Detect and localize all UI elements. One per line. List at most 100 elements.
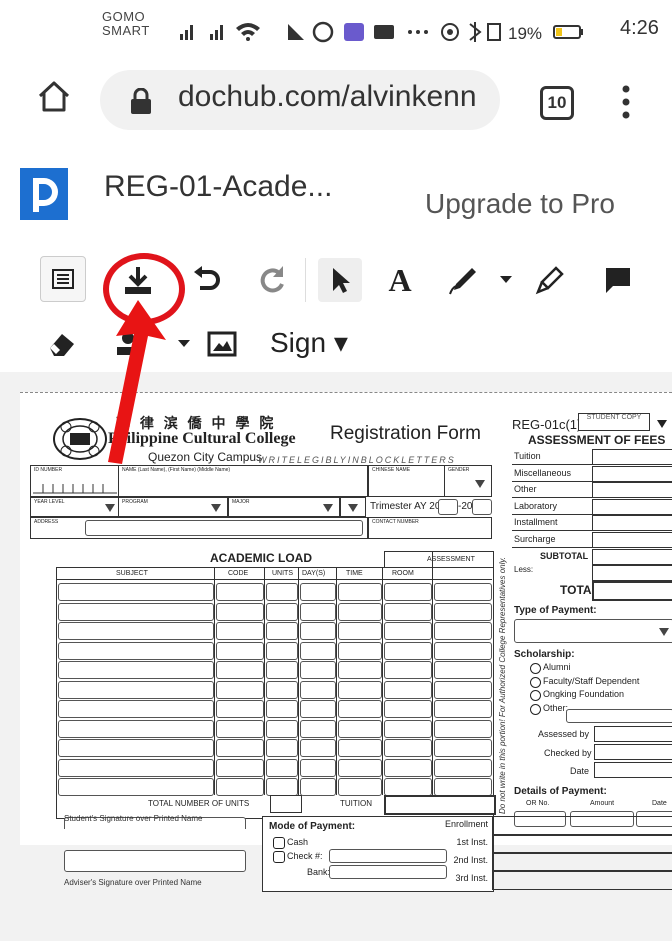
load-cell-input[interactable] (58, 641, 214, 660)
load-cell-input[interactable] (384, 641, 432, 660)
load-cell-input[interactable] (216, 602, 264, 621)
image-icon[interactable] (200, 322, 244, 366)
bank-input[interactable] (329, 865, 447, 879)
load-cell-input[interactable] (266, 758, 298, 777)
load-cell-input[interactable] (266, 719, 298, 738)
total-input[interactable] (592, 581, 672, 601)
load-cell-input[interactable] (300, 739, 336, 757)
pen-tool-icon[interactable] (440, 258, 484, 302)
load-cell-input[interactable] (266, 739, 298, 757)
load-cell-input[interactable] (300, 641, 336, 660)
load-cell-input[interactable] (216, 641, 264, 660)
sign-dropdown[interactable]: Sign ▾ (270, 326, 348, 359)
load-cell-input[interactable] (216, 661, 264, 679)
load-cell-input[interactable] (216, 739, 264, 757)
load-cell-input[interactable] (216, 583, 264, 601)
load-cell-input[interactable] (338, 739, 382, 757)
load-cell-input[interactable] (338, 700, 382, 718)
trimester-start-year-input[interactable] (438, 499, 458, 515)
menu-kebab-icon[interactable] (620, 84, 632, 120)
load-cell-input[interactable] (266, 680, 298, 699)
fee-item-input[interactable] (592, 515, 672, 531)
comment-icon[interactable] (596, 258, 640, 302)
load-cell-input[interactable] (434, 778, 492, 796)
load-cell-input[interactable] (300, 680, 336, 699)
installment-row[interactable] (492, 834, 672, 854)
load-cell-input[interactable] (338, 758, 382, 777)
load-cell-input[interactable] (266, 700, 298, 718)
scholarship-other-input[interactable] (566, 709, 672, 723)
pages-panel-icon[interactable] (40, 256, 86, 302)
fee-item-input[interactable] (592, 498, 672, 515)
major-select[interactable]: MAJOR (228, 497, 340, 517)
total-units-input[interactable] (270, 795, 302, 813)
pen-dropdown-icon[interactable] (484, 258, 528, 302)
fee-item-input[interactable] (592, 449, 672, 465)
load-cell-input[interactable] (300, 758, 336, 777)
installment-row[interactable] (492, 852, 672, 872)
tab-switcher-button[interactable]: 10 (540, 86, 574, 120)
contact-number-field[interactable]: CONTACT NUMBER (368, 517, 492, 539)
load-cell-input[interactable] (58, 700, 214, 718)
load-cell-input[interactable] (266, 778, 298, 796)
load-cell-input[interactable] (216, 719, 264, 738)
gender-select[interactable]: GENDER (444, 465, 492, 497)
load-cell-input[interactable] (300, 583, 336, 601)
fee-item-input[interactable] (592, 465, 672, 482)
load-cell-input[interactable] (266, 583, 298, 601)
load-cell-input[interactable] (384, 778, 432, 796)
load-cell-input[interactable] (384, 583, 432, 601)
check-checkbox[interactable] (273, 851, 285, 863)
cash-checkbox[interactable] (273, 837, 285, 849)
load-cell-input[interactable] (300, 778, 336, 796)
installment-row[interactable] (492, 816, 672, 836)
home-icon[interactable] (36, 78, 72, 114)
address-field[interactable]: ADDRESS (30, 517, 368, 539)
load-cell-input[interactable] (384, 700, 432, 718)
load-cell-input[interactable] (58, 739, 214, 757)
load-cell-input[interactable] (58, 758, 214, 777)
load-cell-input[interactable] (266, 641, 298, 660)
check-number-input[interactable] (329, 849, 447, 863)
load-cell-input[interactable] (58, 661, 214, 679)
document-title[interactable]: REG-01-Acade... (104, 170, 332, 204)
load-cell-input[interactable] (338, 680, 382, 699)
load-cell-input[interactable] (266, 602, 298, 621)
address-input[interactable] (85, 520, 363, 536)
load-cell-input[interactable] (338, 719, 382, 738)
load-cell-input[interactable] (384, 719, 432, 738)
load-cell-input[interactable] (216, 700, 264, 718)
upgrade-link[interactable]: Upgrade to Pro (425, 188, 615, 220)
load-cell-input[interactable] (58, 583, 214, 601)
load-cell-input[interactable] (434, 622, 492, 640)
scholarship-radio[interactable] (530, 690, 541, 701)
load-cell-input[interactable] (216, 778, 264, 796)
load-cell-input[interactable] (300, 700, 336, 718)
assessed-by-input[interactable] (594, 726, 672, 742)
load-cell-input[interactable] (300, 602, 336, 621)
trimester-end-year-input[interactable] (472, 499, 492, 515)
semester-select[interactable] (340, 497, 366, 517)
copy-dropdown-arrow-icon[interactable] (657, 415, 667, 433)
less-input[interactable] (592, 565, 672, 581)
fee-item-input[interactable] (592, 531, 672, 548)
load-cell-input[interactable] (58, 622, 214, 640)
load-cell-input[interactable] (434, 758, 492, 777)
load-cell-input[interactable] (58, 680, 214, 699)
load-cell-input[interactable] (300, 661, 336, 679)
load-cell-input[interactable] (384, 661, 432, 679)
load-cell-input[interactable] (434, 583, 492, 601)
load-cell-input[interactable] (58, 778, 214, 796)
subtotal-input[interactable] (592, 549, 672, 565)
scholarship-radio[interactable] (530, 663, 541, 674)
tuition-input[interactable] (384, 795, 496, 815)
url-text[interactable]: dochub.com/alvinkenn (178, 80, 488, 114)
highlighter-icon[interactable] (528, 258, 572, 302)
select-tool-icon[interactable] (318, 258, 362, 302)
scholarship-radio[interactable] (530, 703, 541, 715)
load-cell-input[interactable] (58, 719, 214, 738)
assessment-date-input[interactable] (594, 762, 672, 778)
load-cell-input[interactable] (338, 778, 382, 796)
program-select[interactable]: PROGRAM (118, 497, 228, 517)
load-cell-input[interactable] (300, 622, 336, 640)
